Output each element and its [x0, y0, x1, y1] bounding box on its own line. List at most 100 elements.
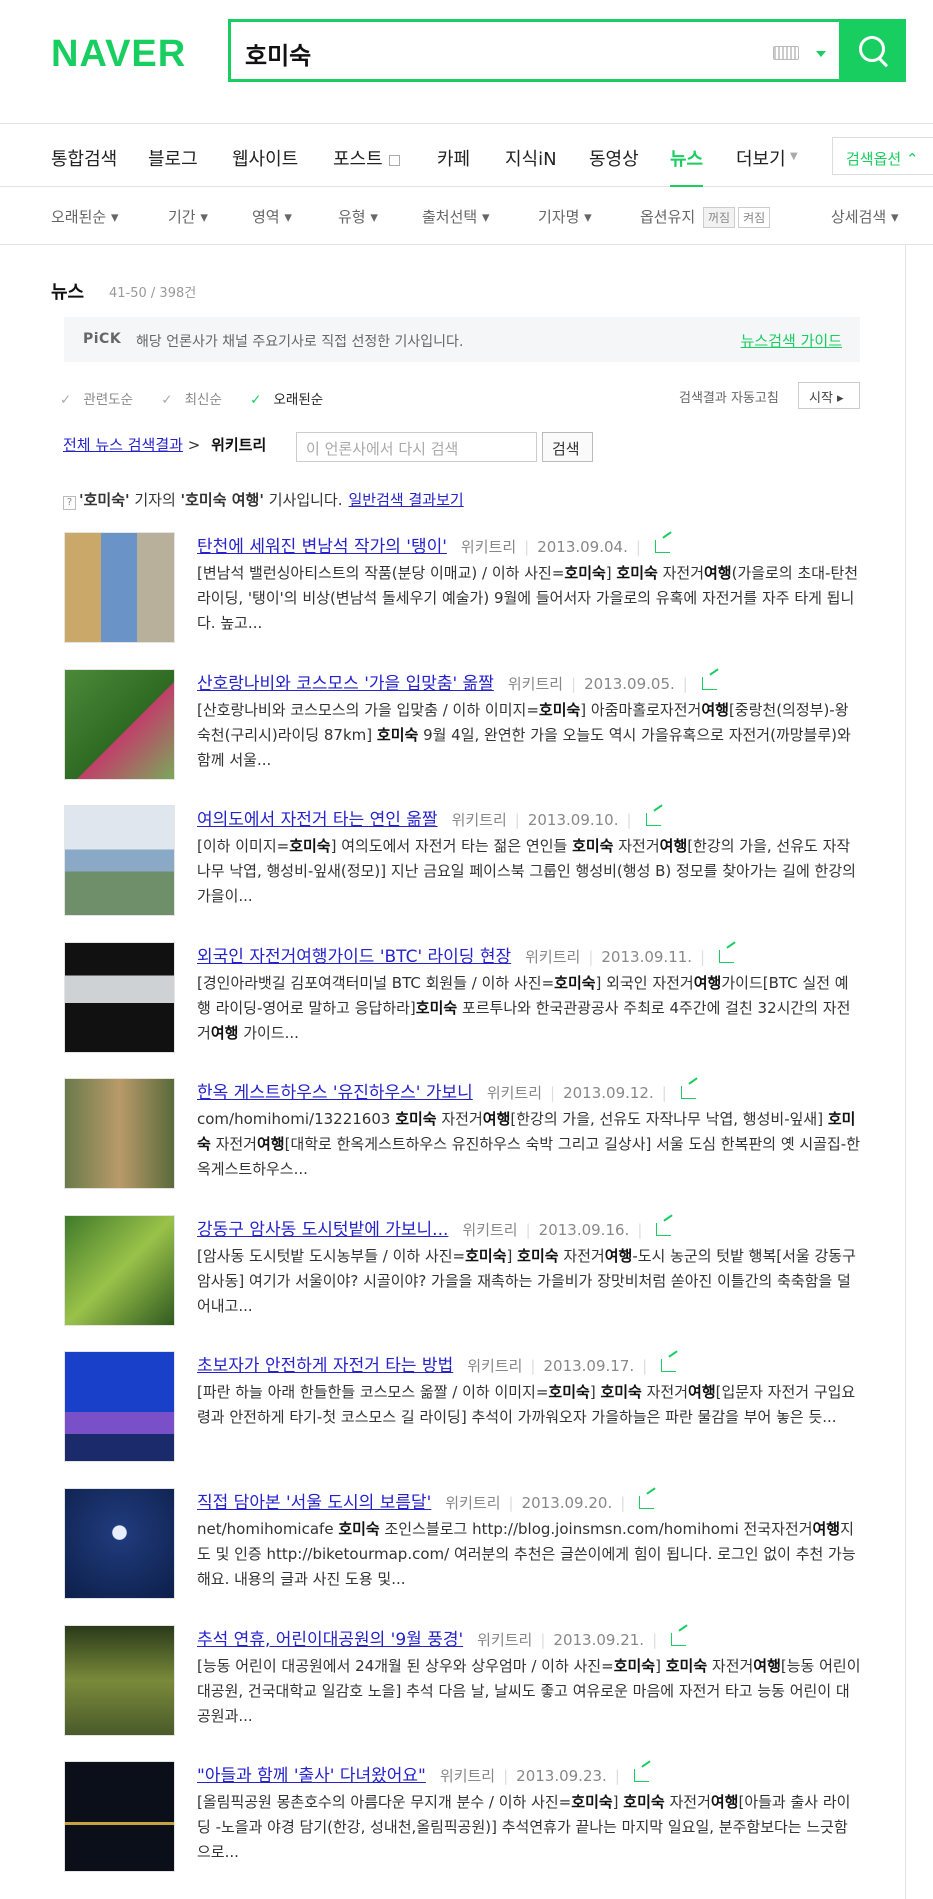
pick-text: 해당 언론사가 채널 주요기사로 직접 선정한 기사입니다.: [136, 334, 464, 350]
article-title-link[interactable]: 초보자가 안전하게 자전거 타는 방법: [197, 1356, 453, 1376]
sort-latest[interactable]: ✓ 최신순: [161, 392, 234, 408]
article-snippet: net/homihomicafe 호미숙 조인스블로그 http://blog.…: [197, 1520, 856, 1588]
article-press[interactable]: 위키트리: [508, 675, 563, 693]
filter-reporter[interactable]: 기자명 ▾: [538, 206, 592, 227]
search-options-button[interactable]: 검색옵션 ⌃: [832, 137, 933, 175]
article-title-link[interactable]: 강동구 암사동 도시텃밭에 가보니...: [197, 1220, 448, 1240]
tab-cafe[interactable]: 카페: [437, 145, 470, 171]
share-icon[interactable]: [661, 1359, 677, 1372]
search-input[interactable]: 호미숙: [245, 36, 311, 71]
share-icon[interactable]: [719, 950, 735, 963]
article-thumbnail[interactable]: [64, 669, 175, 780]
article-thumbnail[interactable]: [64, 1761, 175, 1872]
article-meta: 위키트리 | 2013.09.05. |: [508, 673, 717, 694]
article-thumbnail[interactable]: [64, 942, 175, 1053]
search-options-label: 검색옵션: [846, 150, 902, 168]
keep-on-toggle[interactable]: 켜짐: [738, 207, 771, 228]
tab-news[interactable]: 뉴스: [670, 145, 704, 187]
article-thumbnail[interactable]: [64, 1351, 175, 1462]
search-box[interactable]: 호미숙: [228, 19, 842, 82]
news-item: 외국인 자전거여행가이드 'BTC' 라이딩 현장 위키트리 | 2013.09.11…: [64, 942, 864, 1062]
filter-area[interactable]: 영역 ▾: [252, 206, 292, 227]
sort-relevance[interactable]: ✓ 관련도순: [60, 392, 145, 408]
pick-banner: PiCK 해당 언론사가 채널 주요기사로 직접 선정한 기사입니다. 뉴스검색…: [64, 317, 860, 362]
share-icon[interactable]: [645, 813, 661, 826]
keyboard-icon[interactable]: [773, 46, 799, 60]
article-title-link[interactable]: "아들과 함께 '출사' 다녀왔어요": [197, 1766, 426, 1786]
autofix-start-button[interactable]: 시작 ▸: [798, 382, 860, 409]
press-search-input[interactable]: 이 언론사에서 다시 검색: [296, 432, 537, 462]
article-press[interactable]: 위키트리: [467, 1357, 522, 1375]
breadcrumb-separator: >: [187, 436, 201, 454]
article-thumbnail[interactable]: [64, 805, 175, 916]
article-title-link[interactable]: 여의도에서 자전거 타는 연인 옮짤: [197, 810, 438, 830]
tab-kin[interactable]: 지식iN: [505, 145, 557, 171]
reporter-note: ? '호미숙' 기자의 '호미숙 여행' 기사입니다. 일반검색 결과보기: [63, 489, 464, 510]
share-icon[interactable]: [639, 1496, 655, 1509]
filter-sort[interactable]: 오래된순 ▾: [51, 206, 119, 227]
share-icon[interactable]: [633, 1769, 649, 1782]
naver-logo[interactable]: NAVER: [51, 33, 186, 76]
share-icon[interactable]: [654, 540, 670, 553]
article-press[interactable]: 위키트리: [477, 1631, 532, 1649]
section-title: 뉴스: [51, 282, 85, 303]
article-title-link[interactable]: 직접 담아본 '서울 도시의 보름달': [197, 1493, 431, 1513]
article-press[interactable]: 위키트리: [487, 1084, 542, 1102]
article-title-link[interactable]: 탄천에 세워진 변남석 작가의 '탱이': [197, 537, 447, 557]
article-header: 강동구 암사동 도시텃밭에 가보니... 위키트리 | 2013.09.16. |: [197, 1215, 672, 1240]
article-date: 2013.09.23.: [516, 1767, 607, 1785]
news-search-guide-link[interactable]: 뉴스검색 가이드: [741, 330, 842, 351]
news-results: 뉴스 41-50 / 398건 PiCK 해당 언론사가 채널 주요기사로 직접…: [0, 245, 905, 1899]
keep-off-toggle[interactable]: 꺼짐: [702, 207, 736, 228]
share-icon[interactable]: [701, 677, 717, 690]
tab-post-wrap[interactable]: 포스트: [333, 145, 400, 171]
article-snippet: [산호랑나비와 코스모스의 가을 입맞춤 / 이하 이미지=호미숙] 아줌마홀로…: [197, 701, 851, 769]
tab-video[interactable]: 동영상: [589, 145, 639, 171]
article-thumbnail[interactable]: [64, 1488, 175, 1599]
filter-period[interactable]: 기간 ▾: [168, 206, 208, 227]
share-icon[interactable]: [671, 1633, 687, 1646]
article-title-link[interactable]: 외국인 자전거여행가이드 'BTC' 라이딩 현장: [197, 947, 511, 967]
filter-bar: 오래된순 ▾ 기간 ▾ 영역 ▾ 유형 ▾ 출처선택 ▾ 기자명 ▾ 옵션유지 …: [0, 187, 933, 245]
article-press[interactable]: 위키트리: [440, 1767, 495, 1785]
divider: [905, 245, 906, 1899]
press-search-button[interactable]: 검색: [542, 432, 593, 462]
article-date: 2013.09.16.: [538, 1221, 630, 1239]
share-icon[interactable]: [680, 1086, 696, 1099]
help-icon[interactable]: ?: [63, 496, 76, 510]
article-press[interactable]: 위키트리: [452, 811, 507, 829]
article-thumbnail[interactable]: [64, 1215, 175, 1326]
general-search-link[interactable]: 일반검색 결과보기: [349, 491, 464, 509]
article-title-link[interactable]: 한옥 게스트하우스 '유진하우스' 가보니: [197, 1083, 473, 1103]
tab-more[interactable]: 더보기: [736, 145, 786, 171]
filter-detail[interactable]: 상세검색 ▾: [831, 206, 899, 227]
article-press[interactable]: 위키트리: [462, 1221, 517, 1239]
filter-type[interactable]: 유형 ▾: [338, 206, 378, 227]
sort-oldest[interactable]: ✓ 오래된순: [250, 392, 335, 408]
article-title-link[interactable]: 추석 연휴, 어린이대공원의 '9월 풍경': [197, 1630, 463, 1650]
article-meta: 위키트리 | 2013.09.16. |: [462, 1219, 672, 1240]
article-thumbnail[interactable]: [64, 532, 175, 643]
share-icon[interactable]: [656, 1223, 672, 1236]
article-title-link[interactable]: 산호랑나비와 코스모스 '가을 입맞춤' 옮짤: [197, 674, 494, 694]
news-item: 직접 담아본 '서울 도시의 보름달' 위키트리 | 2013.09.20. | net/…: [64, 1488, 864, 1608]
article-thumbnail[interactable]: [64, 1625, 175, 1736]
filter-source[interactable]: 출처선택 ▾: [422, 206, 490, 227]
all-news-results-link[interactable]: 전체 뉴스 검색결과: [63, 436, 183, 454]
article-snippet: [경인아라뱃길 김포여객터미널 BTC 회원들 / 이하 사진=호미숙] 외국인…: [197, 974, 851, 1042]
tab-integrated[interactable]: 통합검색: [51, 145, 117, 171]
tab-blog[interactable]: 블로그: [148, 145, 198, 171]
tab-website[interactable]: 웹사이트: [232, 145, 298, 171]
article-date: 2013.09.11.: [601, 948, 693, 966]
news-item: 강동구 암사동 도시텃밭에 가보니... 위키트리 | 2013.09.16. | [암사…: [64, 1215, 864, 1335]
article-press[interactable]: 위키트리: [445, 1494, 500, 1512]
article-press[interactable]: 위키트리: [525, 948, 580, 966]
article-thumbnail[interactable]: [64, 1078, 175, 1189]
autocomplete-toggle-icon[interactable]: [816, 51, 826, 57]
article-date: 2013.09.10.: [527, 811, 619, 829]
article-press[interactable]: 위키트리: [461, 538, 516, 556]
tab-post[interactable]: 포스트: [333, 149, 383, 170]
chevron-up-icon: ⌃: [905, 150, 919, 168]
search-button[interactable]: [842, 19, 906, 82]
news-item: "아들과 함께 '출사' 다녀왔어요" 위키트리 | 2013.09.23. | [올림픽…: [64, 1761, 864, 1881]
